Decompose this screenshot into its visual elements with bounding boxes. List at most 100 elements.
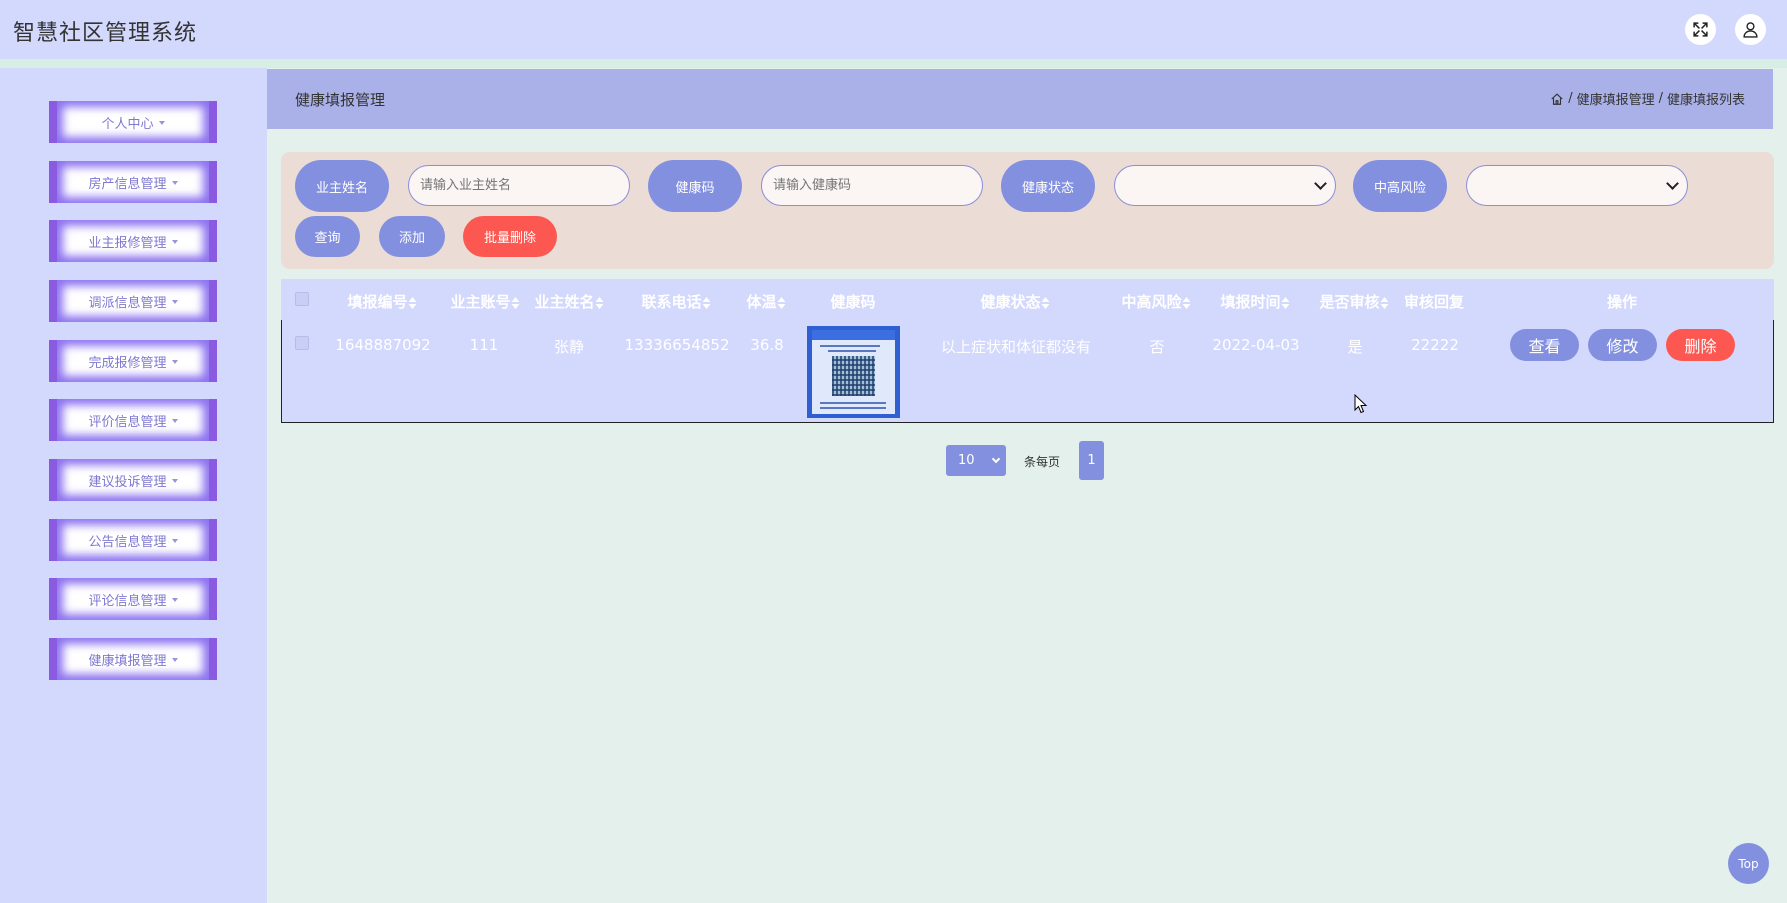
home-icon[interactable] bbox=[1550, 92, 1564, 106]
cell-account: 111 bbox=[469, 336, 499, 354]
back-to-top-button[interactable]: Top bbox=[1728, 843, 1769, 884]
sort-icon bbox=[702, 296, 711, 309]
page-size-select[interactable]: 10 bbox=[946, 445, 1006, 476]
cell-audited: 是 bbox=[1347, 338, 1363, 356]
query-button[interactable]: 查询 bbox=[295, 216, 360, 257]
cell-risk: 否 bbox=[1149, 338, 1165, 356]
batch-delete-button[interactable]: 批量删除 bbox=[463, 216, 557, 257]
sidebar-item-label: 公告信息管理 bbox=[88, 534, 167, 550]
chevron-down-icon bbox=[991, 454, 1001, 464]
column-header[interactable]: 中高风险 bbox=[1121, 291, 1191, 312]
cell-audit-reply: 22222 bbox=[1411, 336, 1459, 354]
caret-down-icon bbox=[171, 539, 178, 543]
table-row: 1648887092 111 张静 13336654852 36.8 以上症状和… bbox=[281, 320, 1774, 423]
page-number-button[interactable]: 1 bbox=[1079, 441, 1104, 480]
sidebar-item-owner-repair[interactable]: 业主报修管理 bbox=[49, 220, 217, 262]
sidebar-item-announcement-info[interactable]: 公告信息管理 bbox=[49, 519, 217, 561]
sidebar-item-dispatch-info[interactable]: 调派信息管理 bbox=[49, 280, 217, 322]
sidebar-item-suggestion-complaint[interactable]: 建议投诉管理 bbox=[49, 459, 217, 501]
sidebar-item-personal-center[interactable]: 个人中心 bbox=[49, 101, 217, 143]
column-header[interactable]: 填报编号 bbox=[347, 291, 417, 312]
delete-button[interactable]: 删除 bbox=[1666, 329, 1735, 361]
sort-icon bbox=[1182, 296, 1191, 309]
caret-down-icon bbox=[158, 121, 165, 125]
page-title: 健康填报管理 bbox=[295, 91, 386, 109]
cell-health-status: 以上症状和体征都没有 bbox=[940, 338, 1092, 356]
cell-owner-name: 张静 bbox=[553, 338, 585, 356]
sidebar-item-label: 评价信息管理 bbox=[88, 414, 167, 430]
sidebar-item-label: 完成报修管理 bbox=[88, 355, 167, 371]
sidebar-item-label: 评论信息管理 bbox=[88, 593, 167, 609]
breadcrumb-separator: / bbox=[1658, 91, 1663, 106]
page-size-value: 10 bbox=[958, 453, 975, 468]
column-header: 健康码 bbox=[830, 293, 876, 311]
owner-name-label: 业主姓名 bbox=[295, 160, 389, 212]
data-table: 填报编号 业主账号 业主姓名 联系电话 体温 健康码 健康状态 中高风险 填报时… bbox=[281, 279, 1774, 423]
health-status-label: 健康状态 bbox=[1001, 160, 1095, 212]
select-all-checkbox[interactable] bbox=[295, 292, 309, 306]
sidebar-item-completed-repair[interactable]: 完成报修管理 bbox=[49, 340, 217, 382]
sort-icon bbox=[1380, 296, 1389, 309]
sidebar-item-label: 房产信息管理 bbox=[88, 176, 167, 192]
row-checkbox[interactable] bbox=[295, 336, 309, 350]
user-button[interactable] bbox=[1735, 14, 1766, 45]
risk-select[interactable] bbox=[1466, 165, 1688, 206]
column-header[interactable]: 业主姓名 bbox=[534, 291, 604, 312]
view-button[interactable]: 查看 bbox=[1510, 329, 1579, 361]
health-code-input[interactable] bbox=[761, 165, 983, 206]
column-header[interactable]: 体温 bbox=[746, 291, 786, 312]
chevron-down-icon bbox=[1314, 177, 1327, 190]
cell-phone: 13336654852 bbox=[624, 336, 730, 354]
column-header: 操作 bbox=[1606, 293, 1638, 311]
caret-down-icon bbox=[171, 181, 178, 185]
sidebar: 个人中心 房产信息管理 业主报修管理 调派信息管理 完成报修管理 评价信息管理 … bbox=[0, 68, 267, 903]
caret-down-icon bbox=[171, 360, 178, 364]
caret-down-icon bbox=[171, 240, 178, 244]
breadcrumb: / 健康填报管理 / 健康填报列表 bbox=[1550, 89, 1745, 108]
sidebar-item-label: 建议投诉管理 bbox=[88, 474, 167, 490]
fullscreen-button[interactable] bbox=[1685, 14, 1716, 45]
sort-icon bbox=[511, 296, 520, 309]
breadcrumb-item-current: 健康填报列表 bbox=[1666, 93, 1745, 108]
health-code-label: 健康码 bbox=[648, 160, 742, 212]
cell-report-time: 2022-04-03 bbox=[1212, 336, 1300, 354]
chevron-down-icon bbox=[1666, 177, 1679, 190]
health-status-select[interactable] bbox=[1114, 165, 1336, 206]
owner-name-input[interactable] bbox=[408, 165, 630, 206]
cell-temperature: 36.8 bbox=[750, 336, 784, 354]
column-header[interactable]: 健康状态 bbox=[980, 291, 1050, 312]
caret-down-icon bbox=[171, 300, 178, 304]
sidebar-item-label: 调派信息管理 bbox=[88, 295, 167, 311]
breadcrumb-item[interactable]: 健康填报管理 bbox=[1577, 89, 1655, 108]
column-header: 审核回复 bbox=[1403, 293, 1465, 311]
fullscreen-icon bbox=[1693, 22, 1708, 37]
mouse-cursor-icon bbox=[1354, 394, 1368, 414]
app-title: 智慧社区管理系统 bbox=[13, 21, 198, 46]
column-header[interactable]: 联系电话 bbox=[641, 291, 711, 312]
sidebar-item-evaluation-info[interactable]: 评价信息管理 bbox=[49, 399, 217, 441]
column-header[interactable]: 业主账号 bbox=[450, 291, 520, 312]
health-code-image[interactable] bbox=[807, 326, 900, 418]
sort-icon bbox=[408, 296, 417, 309]
sidebar-item-health-report[interactable]: 健康填报管理 bbox=[49, 638, 217, 680]
column-header[interactable]: 是否审核 bbox=[1319, 291, 1389, 312]
risk-label: 中高风险 bbox=[1353, 160, 1447, 212]
user-icon bbox=[1743, 22, 1758, 38]
cell-report-no: 1648887092 bbox=[335, 336, 431, 354]
search-panel: 业主姓名 健康码 健康状态 中高风险 查询 添加 批量删除 bbox=[281, 152, 1774, 269]
edit-button[interactable]: 修改 bbox=[1588, 329, 1657, 361]
sort-icon bbox=[595, 296, 604, 309]
add-button[interactable]: 添加 bbox=[379, 216, 445, 257]
breadcrumb-separator: / bbox=[1568, 91, 1573, 106]
column-header[interactable]: 填报时间 bbox=[1220, 291, 1290, 312]
sort-icon bbox=[1281, 296, 1290, 309]
sidebar-item-comment-info[interactable]: 评论信息管理 bbox=[49, 578, 217, 620]
table-header: 填报编号 业主账号 业主姓名 联系电话 体温 健康码 健康状态 中高风险 填报时… bbox=[281, 279, 1774, 320]
qr-code-icon bbox=[832, 356, 875, 396]
sidebar-item-label: 健康填报管理 bbox=[88, 653, 167, 669]
per-page-label: 条每页 bbox=[1024, 455, 1061, 469]
sidebar-item-label: 业主报修管理 bbox=[88, 235, 167, 251]
sidebar-item-property-info[interactable]: 房产信息管理 bbox=[49, 161, 217, 203]
top-bar: 智慧社区管理系统 bbox=[0, 0, 1787, 59]
caret-down-icon bbox=[171, 598, 178, 602]
